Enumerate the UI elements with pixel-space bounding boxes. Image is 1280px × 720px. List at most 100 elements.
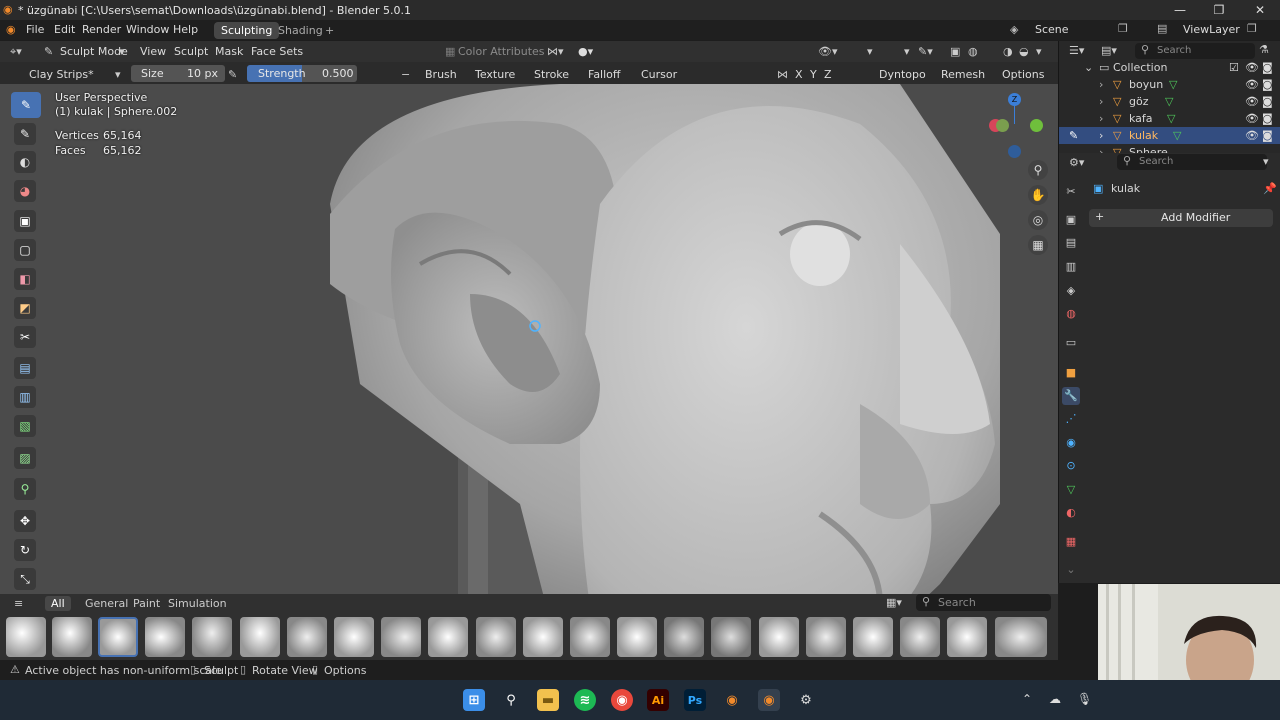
dyntopo-menu[interactable]: Dyntopo [879, 66, 926, 83]
constraints-tab-icon[interactable]: ⊙ [1062, 457, 1080, 475]
outliner-row-kafa[interactable]: › ▽ kafa ▽ 👁 ◙ [1059, 110, 1280, 127]
windows-start-icon[interactable]: ⊞ [463, 689, 485, 711]
brush-thumb-clay[interactable] [52, 617, 92, 657]
file-explorer-icon[interactable]: ▬ [537, 689, 559, 711]
outliner-row-goz[interactable]: › ▽ göz ▽ 👁 ◙ [1059, 93, 1280, 110]
collection-tab-icon[interactable]: ▭ [1062, 334, 1080, 352]
box-face-set-icon[interactable]: ◧ [14, 268, 36, 290]
search-icon[interactable]: ⚲ [500, 689, 522, 711]
minimize-button[interactable]: — [1160, 0, 1200, 20]
properties-editor-icon[interactable]: ⚙▾ [1069, 156, 1084, 169]
tab-sculpting[interactable]: Sculpting [214, 22, 280, 39]
box-hide-icon[interactable]: ▢ [14, 239, 36, 261]
brush-thumb-snake-hook[interactable] [900, 617, 940, 657]
symmetry-icon[interactable]: ⋈▾ [547, 43, 564, 60]
box-mask-icon[interactable]: ▣ [14, 210, 36, 232]
move-tool-icon[interactable]: ✥ [14, 510, 36, 532]
scene-selector[interactable]: Scene [1035, 22, 1069, 38]
tool-tab-icon[interactable]: ✂ [1062, 183, 1080, 201]
pivot-icon[interactable]: ●▾ [578, 43, 593, 60]
xray-icon[interactable]: ✎▾ [918, 43, 933, 60]
brush-thumb-scrape[interactable] [806, 617, 846, 657]
shelf-menu-icon[interactable]: ≡ [14, 597, 23, 610]
camera-view-icon[interactable]: ◎ [1028, 210, 1048, 230]
maximize-button[interactable]: ❐ [1199, 0, 1239, 20]
illustrator-icon[interactable]: Ai [647, 689, 669, 711]
menu-file[interactable]: File [26, 22, 44, 38]
menu-view[interactable]: View [140, 43, 166, 60]
brush-thumb-elastic[interactable] [381, 617, 421, 657]
shelf-display-icon[interactable]: ▦▾ [886, 596, 902, 609]
menu-brush[interactable]: Brush [425, 66, 457, 83]
visibility-eye-icon[interactable]: 👁 [1245, 93, 1259, 110]
brush-draw-icon[interactable]: ✎ [11, 92, 41, 118]
properties-chevron-down-icon[interactable]: ▾ [1263, 155, 1269, 168]
scale-tool-icon[interactable]: ⤡ [14, 568, 36, 590]
symmetry-mirror-icon[interactable]: ⋈ [777, 66, 788, 83]
gizmo-y-axis[interactable] [1030, 119, 1043, 132]
brush-thumb-crease[interactable] [192, 617, 232, 657]
outliner-row-boyun[interactable]: › ▽ boyun ▽ 👁 ◙ [1059, 76, 1280, 93]
physics-tab-icon[interactable]: ◉ [1062, 434, 1080, 452]
mesh-filter-icon[interactable]: ▤ [14, 357, 36, 379]
rotate-tool-icon[interactable]: ↻ [14, 539, 36, 561]
collection-camera-icon[interactable]: ◙ [1262, 59, 1273, 76]
menu-cursor[interactable]: Cursor [641, 66, 677, 83]
pan-hand-icon[interactable]: ✋ [1028, 185, 1048, 205]
overlay-chevron-down-icon[interactable]: ▾ [904, 43, 910, 60]
world-tab-icon[interactable]: ◍ [1062, 305, 1080, 323]
menu-stroke[interactable]: Stroke [534, 66, 569, 83]
modifier-tab-icon[interactable]: 🔧 [1062, 387, 1080, 405]
shading-rendered-icon[interactable]: ◒ [1019, 43, 1029, 60]
material-tab-icon[interactable]: ◐ [1062, 504, 1080, 522]
brush-thumb-rotate[interactable] [759, 617, 799, 657]
menu-help[interactable]: Help [173, 22, 198, 38]
orthographic-grid-icon[interactable]: ▦ [1028, 235, 1048, 255]
blender-taskbar-icon[interactable]: ◉ [721, 689, 743, 711]
visibility-eye-icon[interactable]: 👁 [1245, 76, 1259, 93]
direction-subtract-button[interactable]: − [401, 66, 410, 83]
visibility-eye-icon[interactable]: 👁 [1245, 127, 1259, 144]
brush-thumb-blob[interactable] [6, 617, 46, 657]
shelf-tab-general[interactable]: General [85, 597, 128, 610]
menu-window[interactable]: Window [126, 22, 169, 38]
brush-thumb-nudge[interactable] [617, 617, 657, 657]
brush-selector[interactable]: Clay Strips* [29, 66, 94, 83]
brush-thumb-fill[interactable] [428, 617, 468, 657]
brush-thumb-inflate[interactable] [523, 617, 563, 657]
shelf-tab-paint[interactable]: Paint [133, 597, 160, 610]
size-pressure-icon[interactable]: ✎ [228, 66, 237, 83]
line-project-icon[interactable]: ✂ [14, 326, 36, 348]
chrome-icon[interactable]: ◉ [611, 689, 633, 711]
output-tab-icon[interactable]: ▤ [1062, 234, 1080, 252]
outliner-search-input[interactable] [1135, 43, 1255, 59]
render-camera-icon[interactable]: ◙ [1262, 93, 1273, 110]
menu-edit[interactable]: Edit [54, 22, 75, 38]
brush-thumb-draw-sharp[interactable] [334, 617, 374, 657]
shading-material-icon[interactable]: ◑ [1003, 43, 1013, 60]
expand-chevron-icon[interactable]: › [1099, 110, 1103, 127]
outliner-row-collection[interactable]: ⌄ ▭ Collection ☑ 👁 ◙ [1059, 59, 1280, 76]
brush-thumb-grab[interactable] [476, 617, 516, 657]
collection-checkbox[interactable]: ☑ [1229, 59, 1239, 76]
gizmo-neg-z-axis[interactable] [1008, 145, 1021, 158]
expand-chevron-icon[interactable]: › [1099, 76, 1103, 93]
mask-by-color-icon[interactable]: ▨ [14, 447, 36, 469]
brush-thumb-clay-strips[interactable] [98, 617, 138, 657]
add-workspace-button[interactable]: + [318, 22, 341, 39]
options-menu[interactable]: Options [1002, 66, 1044, 83]
data-tab-icon[interactable]: ▽ [1062, 481, 1080, 499]
collection-chevron-icon[interactable]: ⌄ [1084, 59, 1093, 76]
box-trim-icon[interactable]: ◩ [14, 297, 36, 319]
expand-chevron-icon[interactable]: › [1099, 93, 1103, 110]
brush-thumb-clay-thumb[interactable] [145, 617, 185, 657]
remesh-menu[interactable]: Remesh [941, 66, 985, 83]
3d-viewport[interactable] [0, 84, 1058, 660]
menu-face-sets[interactable]: Face Sets [251, 43, 303, 60]
tray-microphone-icon[interactable]: 🎙 [1077, 692, 1092, 706]
gizmo-chevron-down-icon[interactable]: ▾ [867, 43, 873, 60]
scene-tab-icon[interactable]: ◈ [1062, 282, 1080, 300]
brush-thumb-twist[interactable] [995, 617, 1047, 657]
tray-chevron-up-icon[interactable]: ⌃ [1022, 692, 1032, 706]
axis-z-toggle[interactable]: Z [824, 66, 832, 83]
